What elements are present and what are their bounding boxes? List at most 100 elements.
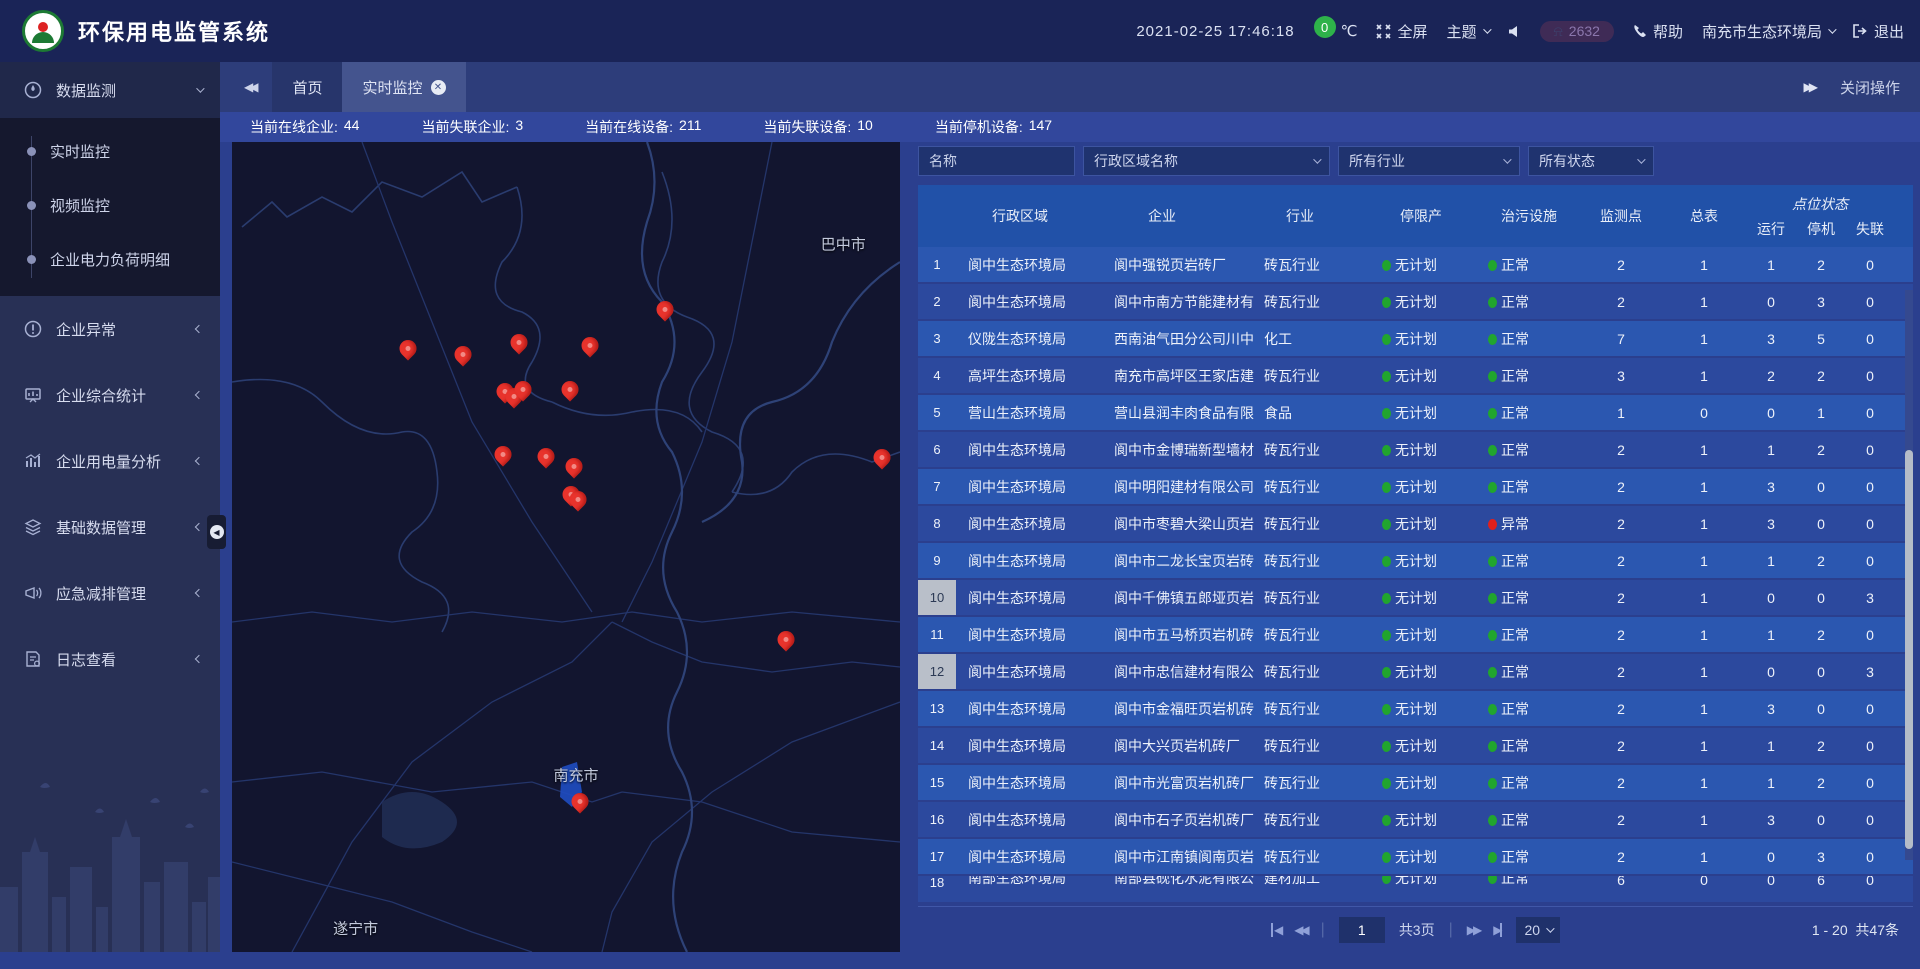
cell-stop-count: 6 — [1796, 876, 1846, 902]
city-label: 南充市 — [554, 765, 599, 786]
facility-status-dot — [1488, 778, 1497, 789]
cell-limit: 无计划 — [1360, 329, 1472, 349]
sound-button[interactable] — [1508, 25, 1521, 38]
cell-lost-count: 0 — [1846, 442, 1894, 458]
name-search-input[interactable] — [918, 146, 1075, 176]
logout-button[interactable]: 退出 — [1853, 21, 1904, 42]
bell-icon: ⍾ — [1554, 23, 1563, 40]
page-input[interactable] — [1339, 917, 1385, 943]
cell-monitor-count: 2 — [1580, 738, 1662, 754]
chevron-left-icon — [195, 589, 203, 597]
tab-bar: ◀◀ 首页 实时监控 ✕ ▶▶ 关闭操作 — [220, 62, 1920, 112]
prev-page-icon[interactable]: ◀◀ — [1294, 923, 1306, 937]
cell-total-meter: 1 — [1662, 627, 1746, 643]
map-panel[interactable]: 巴中市南充市遂宁市 — [232, 142, 900, 952]
cell-facility: 正常 — [1472, 440, 1580, 460]
table-row[interactable]: 12 阆中生态环境局 阆中市忠信建材有限公 砖瓦行业 无计划 正常 2 1 0 … — [918, 654, 1913, 691]
table-row[interactable]: 3 仪陇生态环境局 西南油气田分公司川中 化工 无计划 正常 7 1 3 5 0 — [918, 321, 1913, 358]
cell-stop-count: 2 — [1796, 627, 1846, 643]
tab-home[interactable]: 首页 — [272, 62, 342, 112]
table-row[interactable]: 11 阆中生态环境局 阆中市五马桥页岩机砖 砖瓦行业 无计划 正常 2 1 1 … — [918, 617, 1913, 654]
limit-status-dot — [1382, 556, 1391, 567]
sidebar-item-video-monitor[interactable]: 视频监控 — [0, 178, 220, 232]
sidebar-collapse-button[interactable]: ◀ — [207, 515, 226, 549]
cell-limit: 无计划 — [1360, 551, 1472, 571]
help-button[interactable]: 帮助 — [1633, 21, 1683, 42]
cell-limit: 无计划 — [1360, 736, 1472, 756]
org-dropdown[interactable]: 南充市生态环境局 — [1702, 21, 1834, 42]
table-row[interactable]: 1 阆中生态环境局 阆中强锐页岩砖厂 砖瓦行业 无计划 正常 2 1 1 2 0 — [918, 247, 1913, 284]
close-icon[interactable]: ✕ — [431, 80, 446, 95]
table-row[interactable]: 6 阆中生态环境局 阆中市金博瑞新型墙材 砖瓦行业 无计划 正常 2 1 1 2… — [918, 432, 1913, 469]
cell-lost-count: 0 — [1846, 849, 1894, 865]
facility-status-dot — [1488, 704, 1497, 715]
region-select[interactable]: 行政区域名称 — [1083, 146, 1330, 176]
cell-stop-count: 2 — [1796, 775, 1846, 791]
theme-dropdown[interactable]: 主题 — [1447, 21, 1489, 42]
sidebar-submenu: 实时监控 视频监控 企业电力负荷明细 — [0, 118, 220, 296]
stats-icon — [24, 386, 42, 404]
table-row[interactable]: 7 阆中生态环境局 阆中明阳建材有限公司 砖瓦行业 无计划 正常 2 1 3 0… — [918, 469, 1913, 506]
notification-badge[interactable]: ⍾ 2632 — [1540, 21, 1614, 42]
cell-stop-count: 1 — [1796, 405, 1846, 421]
right-panel: 行政区域名称 所有行业 所有状态 行政区域 企业 — [908, 142, 1913, 952]
table-row[interactable]: 15 阆中生态环境局 阆中市光富页岩机砖厂 砖瓦行业 无计划 正常 2 1 1 … — [918, 765, 1913, 802]
col-industry: 行业 — [1264, 185, 1360, 247]
app-root: 环保用电监管系统 2021-02-25 17:46:18 0 ℃ 全屏 主题 — [0, 0, 1920, 969]
cell-lost-count: 0 — [1846, 331, 1894, 347]
scrollbar-thumb[interactable] — [1905, 450, 1913, 849]
cell-company: 阆中市枣碧大梁山页岩 — [1114, 514, 1264, 534]
cell-facility: 正常 — [1472, 477, 1580, 497]
status-select[interactable]: 所有状态 — [1528, 146, 1654, 176]
map-basemap — [232, 142, 900, 952]
table-scrollbar[interactable] — [1905, 290, 1913, 860]
table-row[interactable]: 4 高坪生态环境局 南充市高坪区王家店建 砖瓦行业 无计划 正常 3 1 2 2… — [918, 358, 1913, 395]
sidebar-item-enterprise-anomaly[interactable]: 企业异常 — [0, 296, 220, 362]
first-page-icon[interactable]: ◀ — [1271, 923, 1280, 937]
cell-monitor-count: 2 — [1580, 849, 1662, 865]
topbar-actions: 2021-02-25 17:46:18 0 ℃ 全屏 主题 — [1136, 21, 1904, 42]
cell-run-count: 3 — [1746, 812, 1796, 828]
sidebar-item-realtime-monitor[interactable]: 实时监控 — [0, 124, 220, 178]
table-row[interactable]: 2 阆中生态环境局 阆中市南方节能建材有 砖瓦行业 无计划 正常 2 1 0 3… — [918, 284, 1913, 321]
table-row[interactable]: 10 阆中生态环境局 阆中千佛镇五郎垭页岩 砖瓦行业 无计划 正常 2 1 0 … — [918, 580, 1913, 617]
cell-monitor-count: 2 — [1580, 553, 1662, 569]
table-row[interactable]: 14 阆中生态环境局 阆中大兴页岩机砖厂 砖瓦行业 无计划 正常 2 1 1 2… — [918, 728, 1913, 765]
table-row[interactable]: 16 阆中生态环境局 阆中市石子页岩机砖厂 砖瓦行业 无计划 正常 2 1 3 … — [918, 802, 1913, 839]
table-row[interactable]: 17 阆中生态环境局 阆中市江南镇阆南页岩 砖瓦行业 无计划 正常 2 1 0 … — [918, 839, 1913, 876]
sidebar-item-enterprise-statistics[interactable]: 企业综合统计 — [0, 362, 220, 428]
sidebar-item-data-monitor[interactable]: 数据监测 — [0, 62, 220, 118]
table-row[interactable]: 8 阆中生态环境局 阆中市枣碧大梁山页岩 砖瓦行业 无计划 异常 2 1 3 0… — [918, 506, 1913, 543]
chevron-down-icon — [1503, 155, 1511, 163]
cell-limit: 无计划 — [1360, 366, 1472, 386]
cell-limit: 无计划 — [1360, 847, 1472, 867]
limit-status-dot — [1382, 408, 1391, 419]
sidebar-item-base-data[interactable]: 基础数据管理 — [0, 494, 220, 560]
cell-limit: 无计划 — [1360, 625, 1472, 645]
fullscreen-button[interactable]: 全屏 — [1376, 21, 1427, 42]
table-row[interactable]: 9 阆中生态环境局 阆中市二龙长宝页岩砖 砖瓦行业 无计划 正常 2 1 1 2… — [918, 543, 1913, 580]
sidebar-item-log-view[interactable]: 日志查看 — [0, 626, 220, 692]
table-row[interactable]: 13 阆中生态环境局 阆中市金福旺页岩机砖 砖瓦行业 无计划 正常 2 1 3 … — [918, 691, 1913, 728]
cell-total-meter: 1 — [1662, 738, 1746, 754]
facility-status-dot — [1488, 630, 1497, 641]
close-operations-button[interactable]: 关闭操作 — [1840, 77, 1900, 98]
tabs-scroll-left-icon[interactable]: ◀◀ — [220, 80, 272, 94]
table-row[interactable]: 18 南部生态环境局 南部县砚化水泥有限公 建材加工 无计划 正常 6 0 0 … — [918, 876, 1913, 904]
table-row[interactable]: 5 营山生态环境局 营山县润丰肉食品有限 食品 无计划 正常 1 0 0 1 0 — [918, 395, 1913, 432]
sidebar-item-power-load-detail[interactable]: 企业电力负荷明细 — [0, 232, 220, 286]
page-size-select[interactable]: 20 — [1516, 917, 1560, 943]
cell-total-meter: 1 — [1662, 516, 1746, 532]
sidebar-item-power-analysis[interactable]: 企业用电量分析 — [0, 428, 220, 494]
tab-realtime-monitor[interactable]: 实时监控 ✕ — [342, 62, 465, 112]
tabs-scroll-right-icon[interactable]: ▶▶ — [1804, 80, 1814, 94]
limit-status-dot — [1382, 445, 1391, 456]
last-page-icon[interactable]: ▶ — [1493, 923, 1502, 937]
next-page-icon[interactable]: ▶▶ — [1467, 923, 1479, 937]
sidebar-item-emergency-reduction[interactable]: 应急减排管理 — [0, 560, 220, 626]
industry-select[interactable]: 所有行业 — [1338, 146, 1520, 176]
cell-stop-count: 2 — [1796, 257, 1846, 273]
cell-region: 阆中生态环境局 — [956, 662, 1114, 682]
chevron-left-icon — [195, 391, 203, 399]
facility-status-dot — [1488, 519, 1497, 530]
